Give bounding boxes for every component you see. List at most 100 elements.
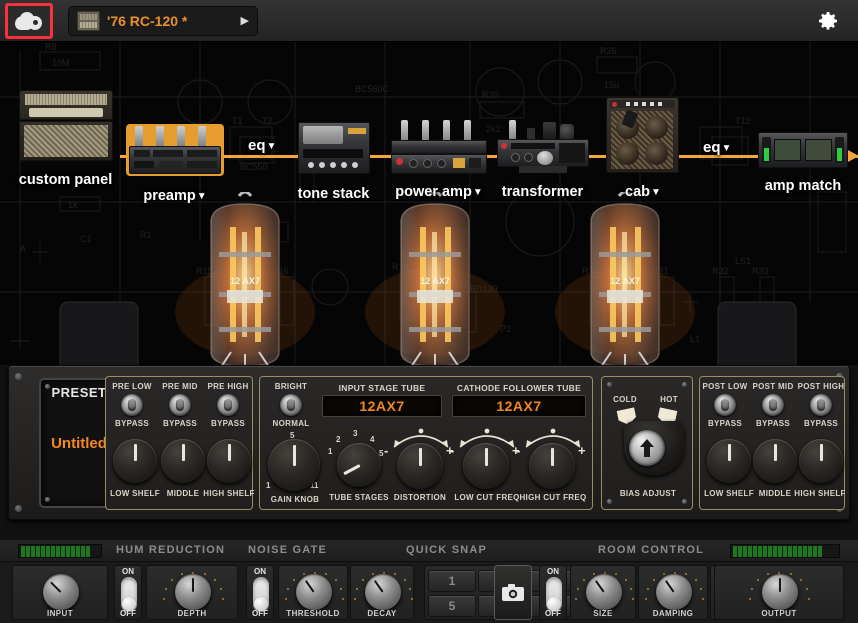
post-high-label: POST HIGH xyxy=(796,382,846,391)
high-cut-freq-label: HIGH CUT FREQ xyxy=(518,493,588,502)
chevron-down-icon[interactable]: ▼ xyxy=(197,191,207,202)
high-cut-minus: - xyxy=(516,443,520,458)
chain-node-power-amp[interactable]: power amp▼ xyxy=(390,120,488,200)
chain-node-transformer[interactable]: transformer xyxy=(495,120,590,200)
quick-snap-button-5[interactable]: 5 xyxy=(428,595,476,617)
post-mid-bypass-label: BYPASS xyxy=(748,419,798,428)
input-stage-tube-display[interactable]: 12AX7 xyxy=(322,395,442,417)
gate-off-label: OFF xyxy=(247,609,273,618)
high-cut-plus: + xyxy=(578,443,586,458)
post-high-shelf-label: HIGH SHELF xyxy=(790,489,850,498)
depth-knob[interactable] xyxy=(175,574,211,610)
damping-knob[interactable] xyxy=(656,574,692,610)
size-label: SIZE xyxy=(571,609,635,618)
pre-high-shelf-knob[interactable] xyxy=(207,439,251,483)
preset-name: '76 RC-120 * xyxy=(107,13,234,29)
low-cut-freq-knob[interactable] xyxy=(463,443,509,489)
chain-node-amp-match[interactable]: amp match xyxy=(757,132,849,194)
gain-knob[interactable] xyxy=(268,439,320,491)
input-stage-tube-label: INPUT STAGE TUBE xyxy=(322,383,442,393)
bias-hot-label: HOT xyxy=(652,395,686,404)
amp-sim-window: '76 RC-120 * ▶ R810M 1k T1T2 T12 xyxy=(0,0,858,623)
post-low-toggle[interactable] xyxy=(714,394,736,416)
output-knob[interactable] xyxy=(762,574,798,610)
amp-thumbnail-icon xyxy=(77,11,100,31)
threshold-module: THRESHOLD xyxy=(278,565,348,620)
chain-label-custom-panel: custom panel xyxy=(19,172,112,188)
preset-selector[interactable]: '76 RC-120 * ▶ xyxy=(68,6,258,36)
size-knob[interactable] xyxy=(586,574,622,610)
chain-label-tone-stack: tone stack xyxy=(298,186,370,202)
hum-reduction-switch[interactable]: ON OFF xyxy=(114,565,142,620)
chain-label-preamp: preamp▼ xyxy=(143,188,206,204)
cloud-icon[interactable] xyxy=(5,3,53,39)
decay-label: DECAY xyxy=(351,609,413,618)
hum-depth-module: DEPTH xyxy=(146,565,238,620)
chevron-down-icon[interactable]: ▼ xyxy=(473,187,483,198)
gate-on-label: ON xyxy=(247,567,273,576)
room-off-label: OFF xyxy=(540,609,566,618)
center-group: BRIGHT NORMAL INPUT STAGE TUBE 12AX7 CAT… xyxy=(259,376,593,510)
chevron-right-icon[interactable]: ▶ xyxy=(241,14,249,27)
chevron-down-icon[interactable]: ▼ xyxy=(651,187,661,198)
high-cut-freq-knob[interactable] xyxy=(529,443,575,489)
post-mid-label: POST MID xyxy=(748,382,798,391)
cathode-follower-tube-display[interactable]: 12AX7 xyxy=(452,395,586,417)
output-level-meter xyxy=(730,544,840,558)
chain-node-custom-panel[interactable]: custom panel xyxy=(8,90,123,188)
camera-icon[interactable] xyxy=(494,565,532,620)
signal-chain-area: R810M 1k T1T2 T12 R12 2k2 2k0 R15 R16 R1… xyxy=(0,42,858,365)
pre-low-bypass-label: BYPASS xyxy=(108,419,156,428)
pre-high-toggle[interactable] xyxy=(217,394,239,416)
post-low-shelf-knob[interactable] xyxy=(707,439,751,483)
chain-node-tone-stack[interactable]: tone stack xyxy=(296,122,371,202)
bottom-header: HUM REDUCTION NOISE GATE QUICK SNAP ROOM… xyxy=(0,540,858,562)
up-arrow-icon[interactable] xyxy=(629,430,665,466)
chevron-down-icon[interactable]: ▼ xyxy=(267,141,277,152)
gear-icon[interactable] xyxy=(816,9,840,33)
tube-stages-knob[interactable] xyxy=(337,443,381,487)
output-label: OUTPUT xyxy=(715,609,843,618)
hum-off-label: OFF xyxy=(115,609,141,618)
input-stage-tube-value: 12AX7 xyxy=(359,398,404,414)
post-high-shelf-knob[interactable] xyxy=(799,439,843,483)
chain-eq-left[interactable]: eq▼ xyxy=(248,137,276,154)
input-knob[interactable] xyxy=(43,574,79,610)
post-mid-toggle[interactable] xyxy=(762,394,784,416)
room-on-label: ON xyxy=(540,567,566,576)
pre-low-toggle[interactable] xyxy=(121,394,143,416)
pre-middle-knob[interactable] xyxy=(161,439,205,483)
output-module: OUTPUT xyxy=(714,565,844,620)
pre-mid-toggle[interactable] xyxy=(169,394,191,416)
noise-gate-title: NOISE GATE xyxy=(248,544,327,556)
damping-label: DAMPING xyxy=(639,609,707,618)
damping-module: DAMPING xyxy=(638,565,708,620)
input-module: INPUT xyxy=(12,565,108,620)
quick-snap-button-1[interactable]: 1 xyxy=(428,570,476,592)
post-middle-knob[interactable] xyxy=(753,439,797,483)
chain-eq-right[interactable]: eq▼ xyxy=(703,139,731,156)
gain-tick-1: 1 xyxy=(266,481,270,490)
bias-cold-label: COLD xyxy=(608,395,642,404)
depth-label: DEPTH xyxy=(147,609,237,618)
post-high-bypass-label: BYPASS xyxy=(796,419,846,428)
tube-stages-tick-3: 3 xyxy=(353,429,357,438)
chevron-down-icon[interactable]: ▼ xyxy=(722,143,732,154)
chain-node-cab[interactable]: cab▼ xyxy=(603,97,683,200)
pre-low-shelf-knob[interactable] xyxy=(113,439,157,483)
amp-control-panel: PRESET Untitled PRE LOW BYPASS PRE MID B… xyxy=(8,365,850,520)
threshold-knob[interactable] xyxy=(296,574,332,610)
room-control-switch[interactable]: ON OFF xyxy=(539,565,567,620)
tube-stages-tick-1: 1 xyxy=(328,447,332,456)
threshold-label: THRESHOLD xyxy=(279,609,347,618)
bias-adjust-label: BIAS ADJUST xyxy=(602,489,694,498)
decay-knob[interactable] xyxy=(365,574,401,610)
chain-node-preamp[interactable]: preamp▼ xyxy=(126,124,224,204)
post-high-toggle[interactable] xyxy=(810,394,832,416)
noise-gate-switch[interactable]: ON OFF xyxy=(246,565,274,620)
cathode-follower-tube-value: 12AX7 xyxy=(496,398,541,414)
pre-low-label: PRE LOW xyxy=(108,382,156,391)
distortion-knob[interactable] xyxy=(397,443,443,489)
quick-snap-title: QUICK SNAP xyxy=(406,544,487,556)
bright-normal-toggle[interactable] xyxy=(280,394,302,416)
